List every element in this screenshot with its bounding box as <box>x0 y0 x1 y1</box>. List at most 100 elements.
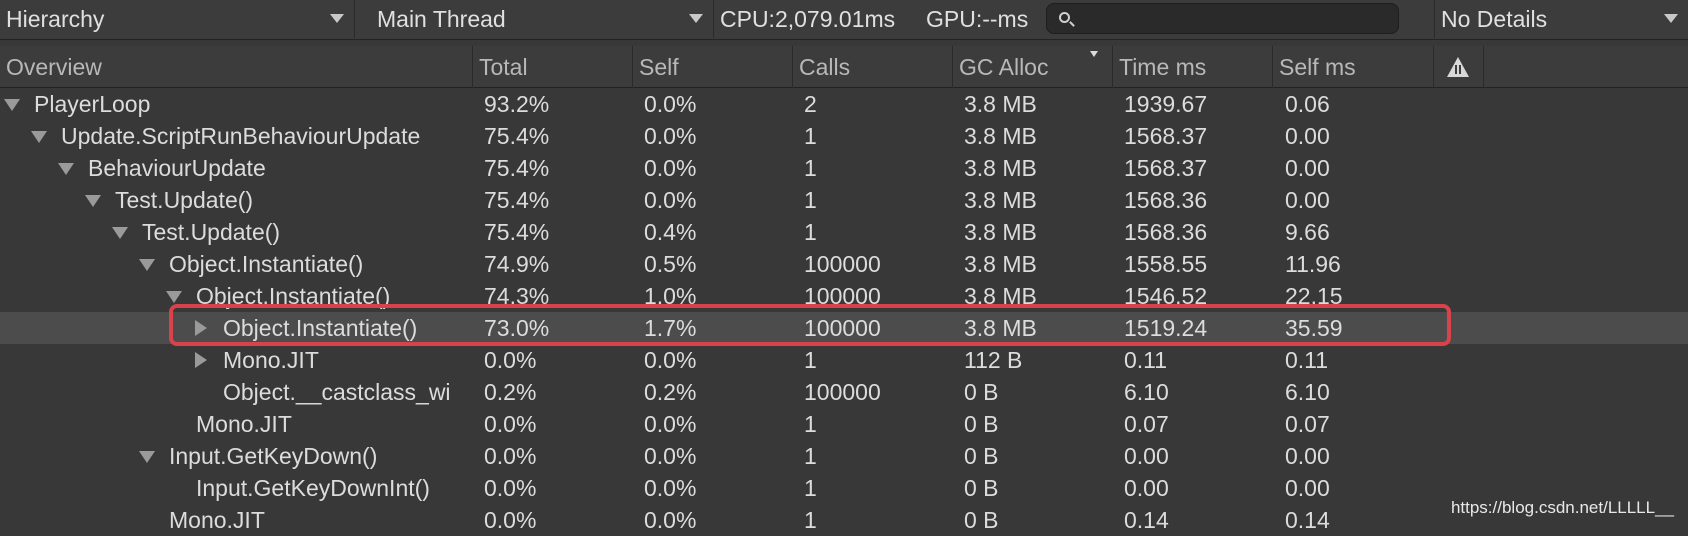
chevron-down-icon <box>330 14 344 23</box>
expanded-triangle-icon[interactable] <box>166 280 182 312</box>
column-header-row: Overview Total Self Calls GC Alloc Time … <box>0 46 1688 88</box>
column-self-ms-label: Self ms <box>1279 53 1356 80</box>
view-mode-dropdown[interactable]: Hierarchy <box>0 0 355 38</box>
search-input[interactable] <box>1079 4 1389 33</box>
self-cell: 0.0% <box>644 411 697 437</box>
table-row[interactable]: Input.GetKeyDownInt() 0.0% 0.0% 1 0 B 0.00 0.0… <box>0 472 1688 504</box>
table-row[interactable]: PlayerLoop 93.2% 0.0% 2 3.8 MB 1939.67 0.06 <box>0 88 1688 120</box>
calls-cell: 1 <box>804 507 817 533</box>
time-ms-cell: 1568.37 <box>1124 155 1208 181</box>
row-name-cell: Object.Instantiate() <box>0 312 470 344</box>
column-warnings[interactable] <box>1434 46 1484 88</box>
self-ms-cell: 22.15 <box>1285 283 1343 309</box>
table-row[interactable]: Object.Instantiate() 74.3% 1.0% 100000 3.8 M… <box>0 280 1688 312</box>
column-self-ms[interactable]: Self ms <box>1273 46 1434 88</box>
time-ms-cell: 1568.36 <box>1124 219 1208 245</box>
gc-alloc-cell: 3.8 MB <box>964 251 1037 277</box>
row-name-cell: PlayerLoop <box>0 88 470 120</box>
table-row[interactable]: BehaviourUpdate 75.4% 0.0% 1 3.8 MB 1568.37 0.… <box>0 152 1688 184</box>
details-dropdown[interactable]: No Details <box>1434 0 1688 38</box>
table-row[interactable]: Mono.JIT 0.0% 0.0% 1 0 B 0.14 0.14 <box>0 504 1688 536</box>
column-overview[interactable]: Overview <box>0 46 473 88</box>
self-cell: 0.0% <box>644 475 697 501</box>
gc-alloc-cell: 0 B <box>964 379 999 405</box>
self-cell: 0.0% <box>644 443 697 469</box>
calls-cell: 100000 <box>804 283 881 309</box>
column-self[interactable]: Self <box>633 46 793 88</box>
table-row[interactable]: Update.ScriptRunBehaviourUpdate 75.4% 0.0%… <box>0 120 1688 152</box>
column-gc-alloc[interactable]: GC Alloc <box>953 46 1113 88</box>
expanded-triangle-icon[interactable] <box>112 216 128 248</box>
column-total[interactable]: Total <box>473 46 633 88</box>
calls-cell: 100000 <box>804 379 881 405</box>
row-name-label: Mono.JIT <box>169 507 265 533</box>
table-row[interactable]: Object.__castclass_wi 0.2% 0.2% 100000 0 B 6.… <box>0 376 1688 408</box>
row-name-label: Mono.JIT <box>223 347 319 373</box>
gc-alloc-cell: 3.8 MB <box>964 283 1037 309</box>
table-row[interactable]: Object.Instantiate() 73.0% 1.7% 100000 3.8 M… <box>0 312 1688 344</box>
thread-dropdown[interactable]: Main Thread <box>371 0 714 38</box>
row-name-label: Test.Update() <box>115 187 254 213</box>
gc-alloc-cell: 3.8 MB <box>964 91 1037 117</box>
time-ms-cell: 1568.36 <box>1124 187 1208 213</box>
row-name-label: Object.Instantiate() <box>223 315 418 341</box>
profiler-toolbar: Hierarchy Main Thread CPU:2,079.01ms GPU… <box>0 0 1688 40</box>
collapsed-triangle-icon[interactable] <box>193 312 209 344</box>
table-row[interactable]: Input.GetKeyDown() 0.0% 0.0% 1 0 B 0.00 0.00 <box>0 440 1688 472</box>
expanded-triangle-icon[interactable] <box>31 120 47 152</box>
self-cell: 0.5% <box>644 251 697 277</box>
row-name-cell: Update.ScriptRunBehaviourUpdate <box>0 120 470 152</box>
calls-cell: 1 <box>804 187 817 213</box>
calls-cell: 1 <box>804 219 817 245</box>
self-ms-cell: 0.00 <box>1285 475 1330 501</box>
gc-alloc-cell: 0 B <box>964 443 999 469</box>
view-mode-label: Hierarchy <box>6 5 105 32</box>
row-name-label: BehaviourUpdate <box>88 155 266 181</box>
gc-alloc-cell: 3.8 MB <box>964 123 1037 149</box>
time-ms-cell: 1546.52 <box>1124 283 1208 309</box>
search-field[interactable] <box>1046 3 1399 34</box>
row-name-label: Object.__castclass_wi <box>223 379 451 405</box>
gc-alloc-cell: 0 B <box>964 411 999 437</box>
expanded-triangle-icon[interactable] <box>58 152 74 184</box>
time-ms-cell: 0.00 <box>1124 475 1169 501</box>
calls-cell: 1 <box>804 347 817 373</box>
sort-descending-icon <box>1090 51 1098 57</box>
table-row[interactable]: Test.Update() 75.4% 0.4% 1 3.8 MB 1568.36 9.66 <box>0 216 1688 248</box>
total-cell: 73.0% <box>484 315 550 341</box>
gpu-time-label: GPU:--ms <box>926 5 1029 32</box>
row-name-label: Update.ScriptRunBehaviourUpdate <box>61 123 421 149</box>
self-cell: 0.2% <box>644 379 697 405</box>
expanded-triangle-icon[interactable] <box>139 248 155 280</box>
column-time-ms[interactable]: Time ms <box>1113 46 1273 88</box>
total-cell: 0.0% <box>484 443 537 469</box>
self-ms-cell: 35.59 <box>1285 315 1343 341</box>
time-ms-cell: 6.10 <box>1124 379 1169 405</box>
table-row[interactable]: Test.Update() 75.4% 0.0% 1 3.8 MB 1568.36 0.00 <box>0 184 1688 216</box>
thread-label: Main Thread <box>377 5 506 32</box>
table-row[interactable]: Mono.JIT 0.0% 0.0% 1 0 B 0.07 0.07 <box>0 408 1688 440</box>
table-row[interactable]: Object.Instantiate() 74.9% 0.5% 100000 3.8 M… <box>0 248 1688 280</box>
gc-alloc-cell: 3.8 MB <box>964 155 1037 181</box>
column-calls[interactable]: Calls <box>793 46 953 88</box>
expanded-triangle-icon[interactable] <box>4 88 20 120</box>
self-cell: 0.4% <box>644 219 697 245</box>
search-icon <box>1059 12 1070 23</box>
self-ms-cell: 0.14 <box>1285 507 1330 533</box>
table-row[interactable]: Mono.JIT 0.0% 0.0% 1 112 B 0.11 0.11 <box>0 344 1688 376</box>
self-ms-cell: 0.00 <box>1285 187 1330 213</box>
column-gc-alloc-label: GC Alloc <box>959 53 1049 80</box>
total-cell: 75.4% <box>484 155 550 181</box>
total-cell: 0.0% <box>484 347 537 373</box>
expanded-triangle-icon[interactable] <box>85 184 101 216</box>
expanded-triangle-icon[interactable] <box>139 440 155 472</box>
total-cell: 75.4% <box>484 219 550 245</box>
self-ms-cell: 6.10 <box>1285 379 1330 405</box>
self-ms-cell: 0.11 <box>1285 347 1329 373</box>
collapsed-triangle-icon[interactable] <box>193 344 209 376</box>
time-ms-cell: 0.11 <box>1124 347 1168 373</box>
row-name-cell: Mono.JIT <box>0 408 470 440</box>
total-cell: 0.0% <box>484 507 537 533</box>
self-cell: 0.0% <box>644 187 697 213</box>
row-name-label: Object.Instantiate() <box>169 251 364 277</box>
